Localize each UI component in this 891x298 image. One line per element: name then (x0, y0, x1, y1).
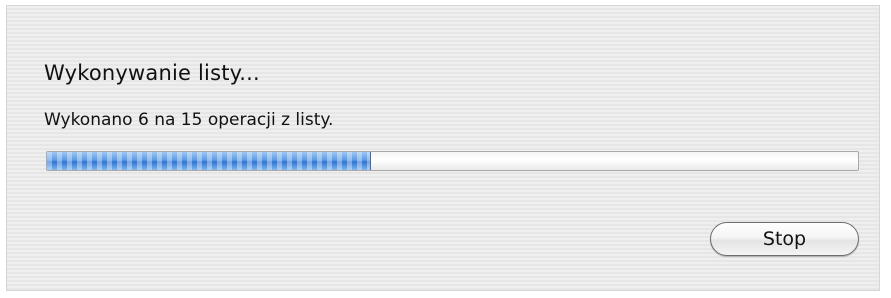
progress-dialog: Wykonywanie listy... Wykonano 6 na 15 op… (6, 5, 880, 291)
status-text: Wykonano 6 na 15 operacji z listy. (44, 110, 334, 130)
progress-bar (46, 151, 859, 171)
progress-bar-fill (47, 152, 372, 170)
dialog-title: Wykonywanie listy... (44, 61, 260, 85)
stop-button[interactable]: Stop (710, 222, 859, 256)
